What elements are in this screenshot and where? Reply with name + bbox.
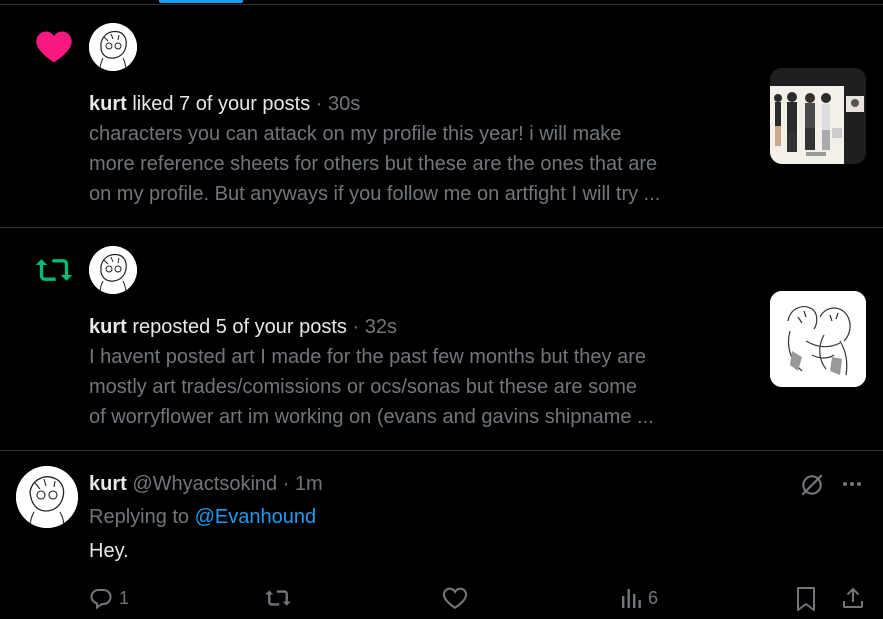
post-text: Hey. — [89, 540, 129, 562]
notification-headline: kurt reposted 5 of your posts · 32s — [89, 315, 397, 339]
excerpt-line: more reference sheets for others but the… — [89, 153, 658, 175]
bookmark-icon — [797, 587, 815, 611]
bookmark-button[interactable] — [795, 586, 817, 612]
avatar[interactable] — [89, 246, 137, 294]
excerpt-line: mostly art trades/comissions or ocs/sona… — [89, 376, 638, 398]
excerpt-line: I havent posted art I made for the past … — [89, 346, 646, 368]
repost-icon — [32, 250, 76, 290]
timestamp: · 30s — [310, 93, 361, 115]
user-name[interactable]: kurt — [89, 473, 127, 495]
excerpt-line: on my profile. But anyways if you follow… — [89, 183, 661, 205]
views-count: 6 — [648, 587, 659, 608]
share-button[interactable] — [841, 586, 865, 610]
more-options-icon[interactable] — [840, 472, 864, 496]
notification-verb: reposted 5 of your posts — [126, 316, 347, 338]
post-excerpt: I havent posted art I made for the past … — [89, 342, 754, 432]
grok-icon[interactable] — [799, 472, 825, 498]
reply-count: 1 — [119, 587, 130, 608]
notifications-page: kurt liked 7 of your posts · 30s charact… — [0, 0, 883, 619]
user-handle[interactable]: @Whyactsokind — [127, 473, 277, 495]
bar-chart-icon — [622, 589, 641, 608]
mention-link[interactable]: @Evanhound — [195, 506, 317, 528]
user-name[interactable]: kurt — [89, 93, 127, 115]
share-icon — [843, 587, 863, 608]
post-header: kurt @Whyactsokind · 1m — [89, 472, 323, 496]
replying-prefix: Replying to — [89, 506, 195, 528]
repost-button[interactable] — [264, 586, 298, 610]
views-button[interactable]: 6 — [620, 586, 658, 610]
user-name[interactable]: kurt — [89, 316, 127, 338]
heart-icon — [32, 26, 76, 66]
replying-to: Replying to @Evanhound — [89, 505, 316, 529]
heart-outline-icon — [442, 587, 468, 610]
excerpt-line: of worryflower art im working on (evans … — [89, 406, 654, 428]
reply-button[interactable]: 1 — [89, 586, 129, 610]
notification-headline: kurt liked 7 of your posts · 30s — [89, 92, 360, 116]
excerpt-line: characters you can attack on my profile … — [89, 123, 622, 145]
post-thumbnail[interactable] — [770, 291, 866, 387]
avatar[interactable] — [89, 23, 137, 71]
timestamp: · 32s — [346, 316, 397, 338]
reply-icon — [90, 589, 112, 610]
active-tab-indicator — [159, 0, 243, 3]
notification-verb: liked 7 of your posts — [126, 93, 311, 115]
post-excerpt: characters you can attack on my profile … — [89, 119, 754, 209]
post-thumbnail[interactable] — [770, 68, 866, 164]
like-button[interactable] — [442, 586, 474, 610]
avatar[interactable] — [16, 466, 78, 528]
repost-icon — [265, 590, 291, 606]
timestamp[interactable]: · 1m — [277, 473, 323, 495]
